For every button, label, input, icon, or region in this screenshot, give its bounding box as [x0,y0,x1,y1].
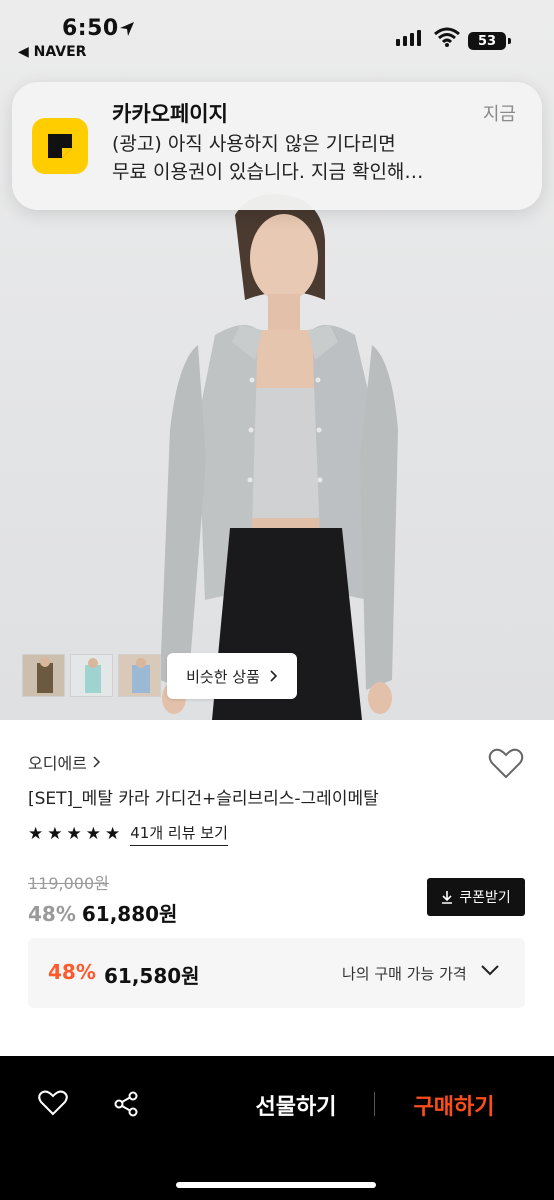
chevron-right-icon [93,756,100,768]
similar-products-button[interactable]: 비슷한 상품 [167,653,297,699]
product-title: [SET]_메탈 카라 가디건+슬리브리스-그레이메탈 [28,789,379,809]
push-notification-banner[interactable]: 카카오페이지 지금 (광고) 아직 사용하지 않은 기다리면 무료 이용권이 있… [12,82,542,210]
battery-icon: 53 [468,32,506,50]
like-heart-icon[interactable] [38,1090,68,1116]
chevron-right-icon [270,670,278,682]
star-icon: ★ [105,823,121,844]
star-icon: ★ [85,823,101,844]
thumbnail-blue[interactable] [118,654,161,697]
original-price: 119,000원 [28,874,109,893]
discount-percent: 48% [28,902,76,926]
star-icon: ★ [47,823,63,844]
download-icon [442,891,453,904]
my-discount-percent: 48% [48,960,96,984]
divider [374,1092,375,1116]
share-icon[interactable] [112,1090,140,1118]
rating-row: ★ ★ ★ ★ ★ 41개 리뷰 보기 [28,822,228,846]
status-time: 6:50 [62,16,119,41]
status-bar: 6:50 ◀ NAVER 53 [0,0,554,70]
gift-button[interactable]: 선물하기 [236,1089,356,1121]
thumbnail-brown[interactable] [22,654,65,697]
notification-app-name: 카카오페이지 [112,102,228,126]
star-icon: ★ [28,823,44,844]
location-arrow-icon [120,22,134,36]
chevron-down-icon [481,965,499,976]
buy-button[interactable]: 구매하기 [394,1089,514,1121]
cellular-signal-icon [396,30,421,46]
thumbnail-strip [22,654,161,697]
review-link[interactable]: 41개 리뷰 보기 [130,822,228,846]
my-price-label: 나의 구매 가능 가격 [342,965,467,983]
kakaopage-app-icon [32,118,88,174]
wifi-icon [434,27,460,47]
brand-name: 오디에르 [28,754,87,773]
my-price-dropdown[interactable]: 48% 61,580원 나의 구매 가능 가격 [28,938,525,1008]
notification-line-1: (광고) 아직 사용하지 않은 기다리면 [112,133,396,155]
coupon-label: 쿠폰받기 [459,890,511,906]
sale-price-row: 48% 61,880원 [28,898,177,927]
star-icon: ★ [66,823,82,844]
thumbnail-mint[interactable] [70,654,113,697]
coupon-button[interactable]: 쿠폰받기 [427,878,525,916]
sale-price: 61,880원 [81,902,178,926]
bottom-action-bar: 선물하기 구매하기 [0,1056,554,1200]
notification-message: (광고) 아직 사용하지 않은 기다리면 무료 이용권이 있습니다. 지금 확인… [112,130,522,186]
brand-link[interactable]: 오디에르 [28,750,101,774]
home-indicator[interactable] [176,1182,376,1188]
my-price: 61,580원 [104,964,200,988]
battery-level: 53 [477,33,497,49]
similar-products-label: 비슷한 상품 [186,667,260,686]
back-to-app-link[interactable]: ◀ NAVER [18,44,86,60]
notification-time: 지금 [482,104,516,125]
notification-line-2: 무료 이용권이 있습니다. 지금 확인해… [112,161,424,183]
battery-tip [508,38,511,44]
wishlist-heart-icon[interactable] [488,748,524,780]
